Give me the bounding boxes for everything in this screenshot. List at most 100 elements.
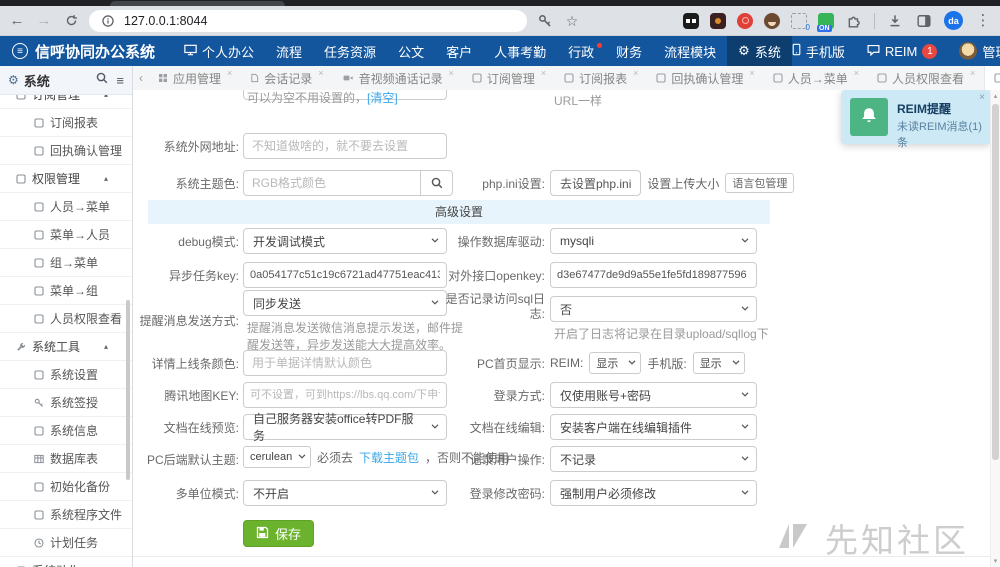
sidebar-item-system-tools-group[interactable]: 系统工具▴: [0, 333, 132, 361]
sidebar-item-subscribe-report[interactable]: 订阅报表: [0, 109, 132, 137]
system-url-help-link[interactable]: [清空]: [367, 91, 398, 105]
sidebar-collapse-icon[interactable]: ≡: [116, 73, 124, 88]
sidebar-item-scheduled-tasks[interactable]: 计划任务: [0, 529, 132, 557]
external-url-input[interactable]: [243, 133, 447, 159]
address-bar[interactable]: 127.0.0.1:8044: [89, 10, 527, 32]
sidebar-item-user-perm-view[interactable]: 人员权限查看: [0, 305, 132, 333]
tab-app-manage[interactable]: 应用管理×: [149, 66, 241, 90]
sidebar-item-system-program-files[interactable]: 系统程序文件: [0, 501, 132, 529]
tab-scroll-left[interactable]: ‹: [133, 66, 149, 90]
extension-icon-1[interactable]: [683, 13, 699, 29]
sql-log-select[interactable]: 否: [550, 296, 757, 322]
extension-icon-5[interactable]: 0: [791, 13, 807, 29]
tab-av-call-records[interactable]: 音视频通话记录×: [333, 66, 463, 90]
side-panel-icon[interactable]: [915, 12, 933, 30]
phpini-button[interactable]: 去设置php.ini: [550, 170, 641, 196]
extensions-puzzle-icon[interactable]: [845, 12, 863, 30]
nav-item-finance[interactable]: 财务: [605, 36, 653, 66]
extension-icon-2[interactable]: [710, 13, 726, 29]
tab-subscribe-report[interactable]: 订阅报表×: [555, 66, 647, 90]
forward-icon[interactable]: →: [35, 12, 53, 30]
nav-item-administration[interactable]: 行政: [557, 36, 605, 66]
reim-notification-popup[interactable]: × REIM提醒 未读REIM消息(1)条: [841, 90, 990, 144]
tab-close-icon[interactable]: ×: [970, 68, 975, 78]
sidebar-item-menu-to-user[interactable]: 菜单→人员: [0, 221, 132, 249]
sidebar-item-user-to-menu[interactable]: 人员→菜单: [0, 193, 132, 221]
nav-item-task-resource[interactable]: 任务资源: [313, 36, 387, 66]
nav-item-personal-office[interactable]: 个人办公: [173, 36, 265, 66]
save-button[interactable]: 保存: [243, 520, 314, 547]
debug-mode-select[interactable]: 开发调试模式: [243, 228, 447, 254]
extension-icon-6[interactable]: ON: [818, 13, 834, 29]
sidebar-item-group-to-menu[interactable]: 组→菜单: [0, 249, 132, 277]
tab-close-icon[interactable]: ×: [541, 68, 546, 78]
tab-receipt-confirm[interactable]: 回执确认管理×: [647, 66, 763, 90]
doc-preview-select[interactable]: 自己服务器安装office转PDF服务: [243, 414, 447, 440]
sidebar-item-system-settings[interactable]: 系统设置: [0, 361, 132, 389]
sidebar-search-icon[interactable]: [96, 71, 108, 89]
record-user-ops-select[interactable]: 不记录: [550, 446, 757, 472]
tab-close-icon[interactable]: ×: [318, 68, 323, 78]
url-text[interactable]: 127.0.0.1:8044: [124, 14, 207, 28]
notify-send-mode-select[interactable]: 同步发送: [243, 290, 447, 316]
pc-home-display-select[interactable]: 显示: [693, 352, 745, 374]
scroll-up-icon[interactable]: ▴: [991, 92, 1000, 100]
close-icon[interactable]: ×: [979, 92, 985, 103]
scroll-down-icon[interactable]: ▾: [991, 557, 1000, 565]
pc-theme-link[interactable]: 下载主题包: [359, 449, 419, 466]
multi-unit-mode-select[interactable]: 不开启: [243, 480, 447, 506]
theme-color-input[interactable]: [243, 170, 421, 196]
sidebar-item-init-backup[interactable]: 初始化备份: [0, 473, 132, 501]
tab-user-perm-view[interactable]: 人员权限查看×: [868, 66, 984, 90]
phpini-button[interactable]: 语言包管理: [725, 173, 794, 193]
content-scrollbar[interactable]: ▴ ▾: [990, 90, 1000, 567]
password-key-icon[interactable]: [536, 12, 554, 30]
reload-icon[interactable]: [62, 12, 80, 30]
scrollbar-thumb[interactable]: [992, 104, 999, 460]
nav-item-system[interactable]: ⚙系统: [727, 36, 792, 66]
tab-chat-records[interactable]: 会话记录×: [241, 66, 332, 90]
app-brand[interactable]: ≡ 信呼协同办公系统: [0, 36, 167, 66]
nav-item-customer[interactable]: 客户: [435, 36, 483, 66]
nav-mobile-version[interactable]: 手机版: [792, 42, 845, 61]
tab-close-icon[interactable]: ×: [749, 68, 754, 78]
sidebar-item-system-authorize[interactable]: 系统签授: [0, 389, 132, 417]
tab-close-icon[interactable]: ×: [854, 68, 859, 78]
tab-close-icon[interactable]: ×: [449, 68, 454, 78]
tab-subscribe-manage[interactable]: 订阅管理×: [463, 66, 555, 90]
bookmark-star-icon[interactable]: ☆: [563, 12, 581, 30]
pc-home-display-select[interactable]: 显示: [589, 352, 641, 374]
sidebar-item-system-actions-group[interactable]: 系统动作▾: [0, 557, 132, 567]
openkey-input[interactable]: [550, 262, 757, 288]
pc-theme-select[interactable]: cerulean: [243, 446, 311, 468]
login-change-pwd-select[interactable]: 强制用户必须修改: [550, 480, 757, 506]
site-info-icon[interactable]: [99, 12, 117, 30]
db-driver-select[interactable]: mysqli: [550, 228, 757, 254]
tab-close-icon[interactable]: ×: [633, 68, 638, 78]
nav-item-official-doc[interactable]: 公文: [387, 36, 435, 66]
tab-system-settings[interactable]: 系统设置×: [984, 66, 1000, 90]
sidebar-item-receipt-confirm[interactable]: 回执确认管理: [0, 137, 132, 165]
sidebar-item-menu-to-group[interactable]: 菜单→组: [0, 277, 132, 305]
sidebar-item-system-info[interactable]: 系统信息: [0, 417, 132, 445]
tab-user-to-menu[interactable]: 人员→菜单×: [764, 66, 868, 90]
login-mode-select[interactable]: 仅使用账号+密码: [550, 382, 757, 408]
nav-item-hr-attendance[interactable]: 人事考勤: [483, 36, 557, 66]
tab-close-icon[interactable]: ×: [227, 68, 232, 78]
sidebar-scrollbar-thumb[interactable]: [126, 300, 130, 480]
sidebar-item-perm-manage-group[interactable]: 权限管理▴: [0, 165, 132, 193]
extension-icon-3[interactable]: [737, 13, 753, 29]
downloads-icon[interactable]: [886, 12, 904, 30]
async-task-key-input[interactable]: [243, 262, 447, 288]
doc-edit-select[interactable]: 安装客户端在线编辑插件: [550, 414, 757, 440]
sidebar-item-subscribe-manage-group[interactable]: 订阅管理▴: [0, 95, 132, 109]
nav-item-workflow-module[interactable]: 流程模块: [653, 36, 727, 66]
nav-item-workflow[interactable]: 流程: [265, 36, 313, 66]
chrome-menu-icon[interactable]: ⋮: [974, 12, 992, 30]
tencent-map-key-input[interactable]: [243, 382, 447, 408]
sidebar-item-database-tables[interactable]: 数据库表: [0, 445, 132, 473]
nav-admin-menu[interactable]: 管理员 ▾: [959, 42, 1000, 61]
extension-icon-4[interactable]: [764, 13, 780, 29]
back-icon[interactable]: ←: [8, 12, 26, 30]
detail-line-color-input[interactable]: [243, 350, 447, 376]
